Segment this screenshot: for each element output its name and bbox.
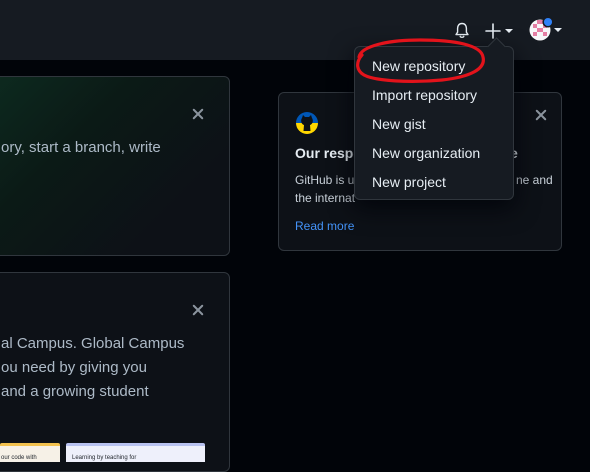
- menu-item-new-repository[interactable]: New repository: [356, 52, 512, 81]
- create-new-button[interactable]: [485, 22, 517, 40]
- global-campus-card: al Campus. Global Campus ou need by givi…: [0, 272, 230, 472]
- close-icon[interactable]: [190, 302, 206, 318]
- menu-item-import-repository[interactable]: Import repository: [356, 81, 512, 110]
- close-icon[interactable]: [190, 106, 206, 122]
- announcement-text-start: GitHub is u: [295, 173, 355, 187]
- read-more-link[interactable]: Read more: [295, 219, 354, 233]
- announcement-text-line2: the internat: [295, 191, 356, 205]
- announcement-title: Our respo: [295, 145, 362, 161]
- campus-thumbnail[interactable]: Learning by teaching for: [66, 443, 205, 462]
- menu-item-new-project[interactable]: New project: [356, 168, 512, 197]
- campus-thumbnail[interactable]: our code with: [0, 443, 60, 462]
- close-icon[interactable]: [533, 107, 549, 123]
- create-menu: New repository Import repository New gis…: [354, 46, 514, 200]
- bell-icon[interactable]: [454, 22, 470, 40]
- thumbnail-caption: Learning by teaching for: [72, 455, 137, 461]
- campus-line-3: and a growing student: [1, 383, 149, 400]
- plus-icon: [485, 23, 513, 39]
- menu-item-new-organization[interactable]: New organization: [356, 139, 512, 168]
- menu-item-new-gist[interactable]: New gist: [356, 110, 512, 139]
- thumbnail-caption: our code with: [1, 455, 37, 461]
- campus-line-1: al Campus. Global Campus: [1, 335, 185, 352]
- card-body-text: ory, start a branch, write: [1, 139, 161, 156]
- campus-line-2: ou need by giving you: [1, 359, 147, 376]
- octocat-ukraine-icon: [295, 111, 319, 135]
- welcome-card: ory, start a branch, write: [0, 76, 230, 256]
- user-avatar-menu[interactable]: [528, 16, 564, 44]
- announcement-text-end: ne and: [516, 173, 553, 187]
